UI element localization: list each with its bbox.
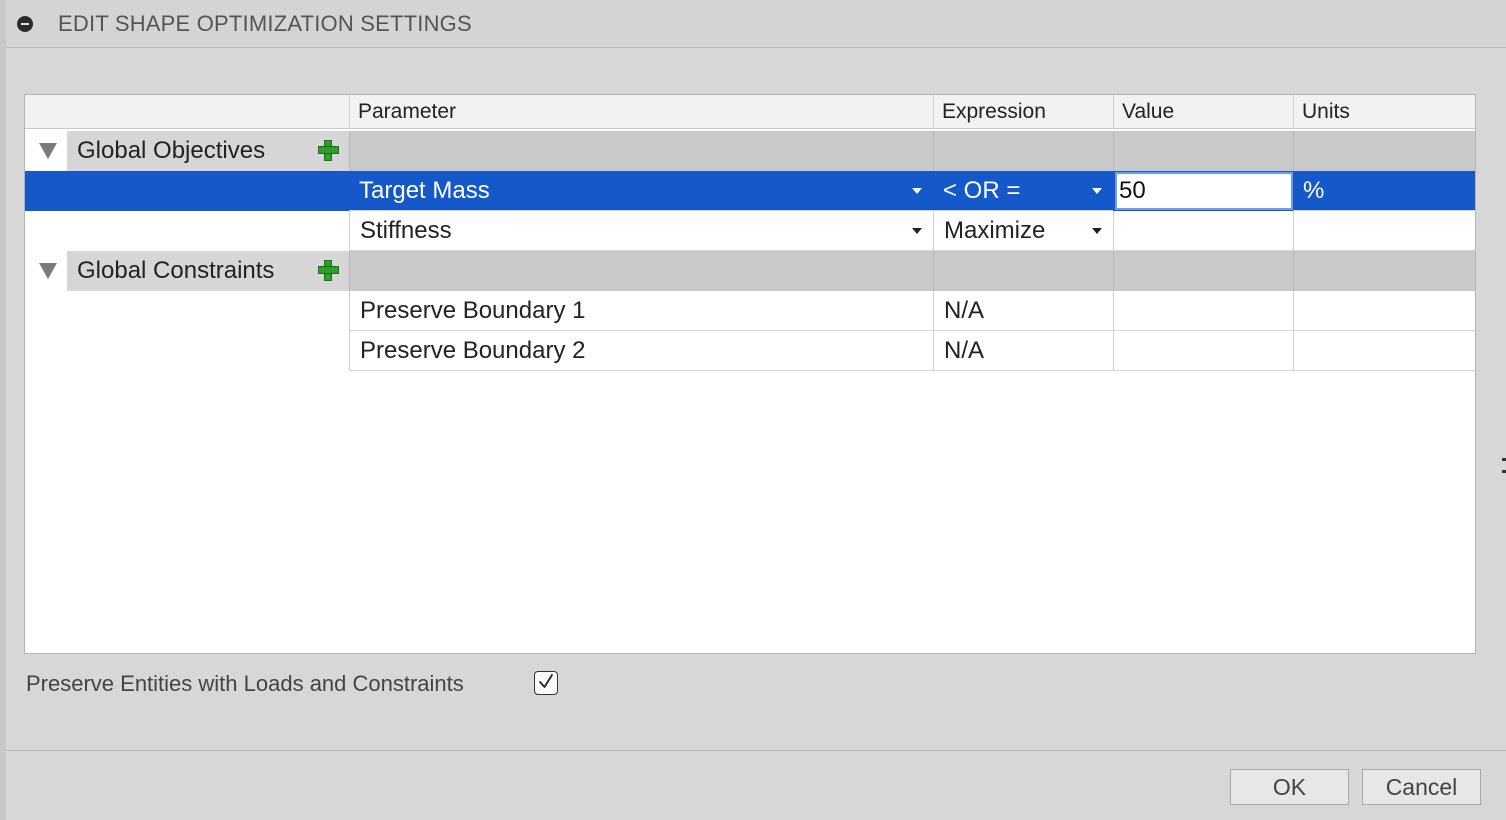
collapse-triangle-icon[interactable] [39,143,57,159]
value-cell [1113,331,1293,371]
group-row-global-constraints: Global Constraints [25,251,1475,291]
tree-column-header [25,95,349,129]
group-cell [349,251,933,291]
collapse-icon[interactable] [17,16,33,32]
units-cell [1293,291,1475,331]
expression-value: Maximize [944,217,1046,244]
parameter-dropdown-icon[interactable] [912,228,922,234]
dialog-titlebar: EDIT SHAPE OPTIMIZATION SETTINGS [6,0,1506,48]
preserve-entities-checkbox[interactable] [534,671,558,695]
units-cell: % [1293,171,1475,211]
edit-shape-optimization-dialog: EDIT SHAPE OPTIMIZATION SETTINGS Paramet… [6,0,1506,820]
expression-cell[interactable]: Maximize [933,211,1113,251]
group-cell [1113,251,1293,291]
expression-cell: N/A [933,291,1113,331]
group-label: Global Constraints [67,251,349,291]
column-header-value[interactable]: Value [1113,95,1293,129]
expression-value: < OR = [943,177,1021,204]
checkmark-icon [539,674,553,688]
group-cell [1293,251,1475,291]
column-header-units[interactable]: Units [1293,95,1475,129]
expression-dropdown-icon[interactable] [1092,188,1102,194]
add-constraint-icon[interactable] [317,259,339,281]
parameter-cell[interactable]: Preserve Boundary 2 [349,331,933,371]
group-cell [1293,131,1475,171]
parameter-cell[interactable]: Target Mass [349,171,933,211]
resize-handle-icon[interactable] [1500,454,1506,480]
parameter-cell[interactable]: Preserve Boundary 1 [349,291,933,331]
ok-button[interactable]: OK [1230,769,1349,805]
expression-cell[interactable]: < OR = [933,171,1113,211]
collapse-triangle-icon[interactable] [39,263,57,279]
group-row-global-objectives: Global Objectives [25,131,1475,171]
target-mass-value-input[interactable]: 50 [1115,172,1293,210]
value-cell[interactable] [1113,211,1293,251]
group-cell [1113,131,1293,171]
parameter-value: Target Mass [359,177,490,204]
table-row-target-mass[interactable]: Target Mass < OR = 50 % [25,171,1475,211]
table-row-preserve-boundary-2[interactable]: Preserve Boundary 2 N/A [25,331,1475,371]
column-header-expression[interactable]: Expression [933,95,1113,129]
expression-cell: N/A [933,331,1113,371]
preserve-entities-label: Preserve Entities with Loads and Constra… [26,671,464,696]
settings-table: Parameter Expression Value Units Global … [24,94,1476,654]
add-objective-icon[interactable] [317,139,339,161]
expression-dropdown-icon[interactable] [1092,228,1102,234]
parameter-value: Stiffness [360,217,452,244]
cancel-button[interactable]: Cancel [1362,769,1481,805]
table-row-preserve-boundary-1[interactable]: Preserve Boundary 1 N/A [25,291,1475,331]
dialog-title: EDIT SHAPE OPTIMIZATION SETTINGS [58,11,472,36]
group-cell [933,251,1113,291]
parameter-dropdown-icon[interactable] [912,188,922,194]
group-label: Global Objectives [67,131,349,171]
group-cell [349,131,933,171]
column-header-parameter[interactable]: Parameter [349,95,933,129]
parameter-cell[interactable]: Stiffness [349,211,933,251]
group-cell [933,131,1113,171]
value-cell [1113,291,1293,331]
footer-divider [6,750,1506,751]
units-cell [1293,331,1475,371]
table-row-stiffness[interactable]: Stiffness Maximize [25,211,1475,251]
units-cell [1293,211,1475,251]
